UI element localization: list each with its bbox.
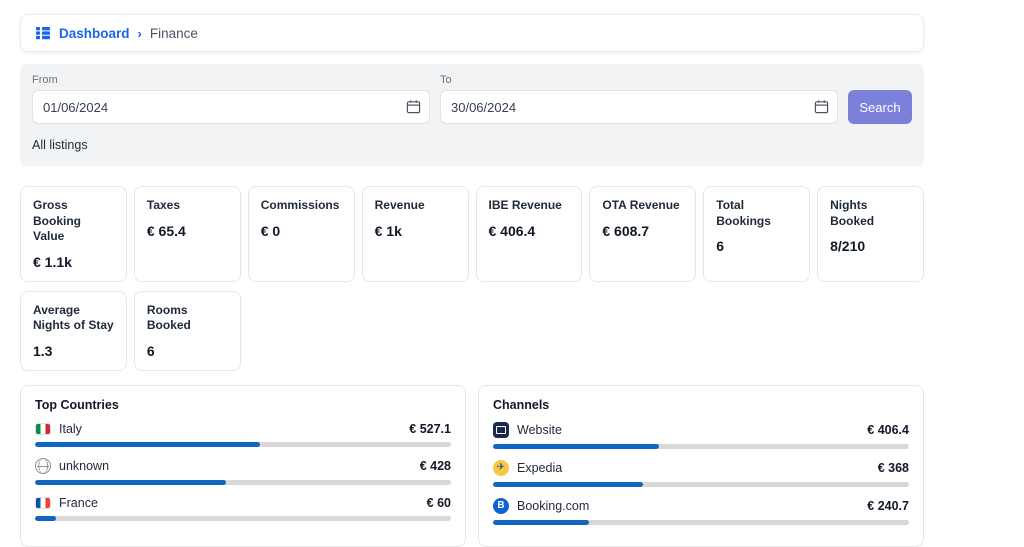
bottom-panels: Top Countries Italy € 527.1 unknown € 42… [20,384,924,547]
stat-card: Total Bookings 6 [703,186,811,282]
stat-value: 6 [716,238,725,255]
stat-value: € 1.1k [33,253,72,270]
breadcrumb-dashboard-link[interactable]: Dashboard [59,26,130,41]
stat-label: Nights Booked [830,198,875,228]
panel-title: Top Countries [35,397,119,412]
panel-title: Channels [493,397,550,412]
country-flag-icon [35,422,51,435]
stat-label: Rooms Booked [146,302,191,333]
stat-label: Revenue [374,198,425,212]
channel-name: Expedia [517,460,563,475]
channel-value: € 240.7 [867,498,909,513]
stat-value: 1.3 [33,342,53,359]
channels-panel: Channels Website € 406.4 ✈ Expedia € 368… [478,384,924,547]
stat-label: Total Bookings [716,198,771,228]
country-value: € 428 [419,458,451,473]
progress-track [35,515,451,521]
from-date-input[interactable] [32,90,430,124]
progress-fill [493,481,643,487]
breadcrumb-separator-icon: › [137,25,142,41]
stats-grid-row2: Average Nights of Stay 1.3 Rooms Booked … [20,290,924,371]
progress-track [493,481,909,487]
progress-track [493,443,909,449]
stat-value: € 0 [260,222,281,239]
country-row: unknown € 428 [35,457,451,485]
progress-fill [35,515,56,521]
to-date-input[interactable] [440,90,838,124]
channels-list: Website € 406.4 Expedia € 368 [493,421,909,525]
country-value: € 527.1 [409,421,451,436]
stat-value: 6 [146,342,155,359]
stat-card: Gross Booking Value € 1.1k [20,186,127,282]
stat-label: Taxes [146,198,181,212]
channel-row: Expedia € 368 [493,459,909,487]
stat-card: Nights Booked 8/210 [817,186,924,282]
all-listings-filter[interactable]: All listings [32,138,88,152]
stat-label: Average Nights of Stay [33,302,114,333]
dashboard-grid-icon [35,25,51,41]
progress-track [35,441,451,447]
channel-icon [493,421,509,438]
stat-value: € 1k [374,222,402,239]
stat-value: € 406.4 [488,222,536,239]
calendar-icon[interactable] [406,99,421,114]
progress-fill [493,519,589,525]
channel-icon [493,459,509,476]
stat-value: € 608.7 [602,222,650,239]
country-flag-icon [35,496,51,509]
to-label: To [440,74,452,86]
breadcrumb: Dashboard › Finance [20,14,924,52]
channel-name: Booking.com [517,498,590,513]
stat-card: Commissions € 0 [247,186,355,282]
from-date-group: From [32,74,430,124]
channel-value: € 406.4 [867,422,909,437]
channel-name: Website [517,422,562,437]
stat-label: IBE Revenue [488,198,562,212]
stat-value: € 65.4 [146,222,186,239]
stats-grid-row1: Gross Booking Value € 1.1k Taxes € 65.4 … [20,186,924,282]
progress-track [35,479,451,485]
top-countries-panel: Top Countries Italy € 527.1 unknown € 42… [20,384,466,547]
country-name: Italy [59,421,82,436]
channel-value: € 368 [877,460,909,475]
country-value: € 60 [426,495,451,510]
calendar-icon[interactable] [814,99,829,114]
country-name: unknown [59,458,110,473]
stat-card: OTA Revenue € 608.7 [589,186,697,282]
breadcrumb-current: Finance [149,25,198,41]
stat-card: IBE Revenue € 406.4 [475,186,583,282]
country-row: Italy € 527.1 [35,422,451,447]
from-label: From [32,74,58,86]
page-container: Dashboard › Finance From 01/06/2024 To 3… [20,0,924,547]
channel-row: Website € 406.4 [493,421,909,449]
progress-track [493,519,909,525]
stat-label: OTA Revenue [602,198,680,212]
country-name: France [59,495,98,510]
stat-card: Average Nights of Stay 1.3 [20,290,127,371]
progress-fill [35,479,227,485]
stat-value: 8/210 [830,238,866,255]
country-row: France € 60 [35,496,451,521]
countries-list: Italy € 527.1 unknown € 428 France € 60 [35,422,451,521]
country-flag-icon [35,457,51,474]
stat-label: Commissions [260,198,340,212]
to-date-group: To [440,74,838,124]
stat-label: Gross Booking Value [33,198,81,244]
stat-card: Rooms Booked 6 [133,290,241,371]
channel-icon [493,497,509,514]
progress-fill [493,443,660,449]
search-button[interactable]: Search [848,90,912,124]
filter-panel: From To [20,64,924,166]
stat-card: Taxes € 65.4 [133,186,241,282]
channel-row: Booking.com € 240.7 [493,497,909,525]
stat-card: Revenue € 1k [361,186,469,282]
progress-fill [35,441,260,447]
